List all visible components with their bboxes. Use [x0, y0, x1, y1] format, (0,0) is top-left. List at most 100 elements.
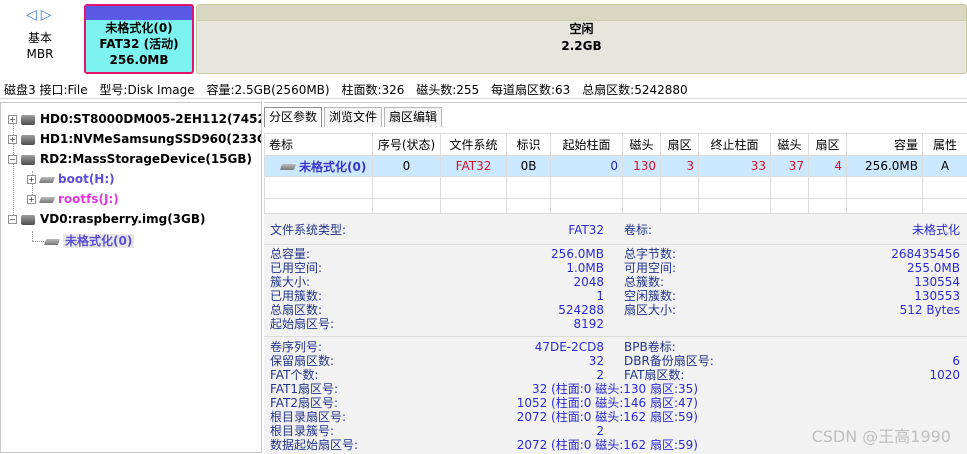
- tree-connector: [32, 231, 33, 241]
- column-header[interactable]: 扇区: [809, 134, 847, 156]
- cell-start-head: 130: [623, 156, 661, 177]
- column-header[interactable]: 磁头: [771, 134, 809, 156]
- detail-dbr-backup-sector: DBR备份扇区号:6: [624, 355, 960, 368]
- table-row[interactable]: 未格式化(0) 0 FAT32 0B 0 130 3 33 37 4 256.0…: [265, 156, 967, 177]
- tree-collapse-toggle[interactable]: −: [8, 155, 17, 164]
- disk-nav: ◁ ▷: [26, 8, 52, 22]
- hard-disk-icon: [21, 135, 35, 145]
- info-total-sectors: 总扇区数:5242880: [582, 83, 688, 97]
- table-header-row: 卷标 序号(状态) 文件系统 标识 起始柱面 磁头 扇区 终止柱面 磁头 扇区 …: [265, 134, 967, 156]
- partition-block-active[interactable]: 未格式化(0) FAT32 (活动) 256.0MB: [84, 4, 194, 74]
- column-header[interactable]: 标识: [507, 134, 551, 156]
- detail-root-dir-sector: 根目录扇区号:2072 (柱面:0 磁头:162 扇区:59): [270, 411, 604, 424]
- info-cylinders: 柱面数:326: [341, 83, 404, 97]
- partition-block-fs: FAT32 (活动): [86, 36, 192, 52]
- free-space-name: 空闲: [197, 21, 966, 38]
- tree-item-vd0[interactable]: − VD0:raspberry.img(3GB): [8, 209, 206, 229]
- tree-item-label: 未格式化(0): [63, 234, 134, 248]
- tree-item-label: VD0:raspberry.img(3GB): [40, 212, 206, 226]
- column-header[interactable]: 容量: [847, 134, 923, 156]
- disk-bar: ◁ ▷ 基本 MBR 未格式化(0) FAT32 (活动) 256.0MB 空闲…: [0, 0, 967, 80]
- tree-item-rd2[interactable]: − RD2:MassStorageDevice(15GB): [8, 149, 252, 169]
- partition-block-size: 256.0MB: [86, 52, 192, 68]
- tree-item-boot[interactable]: + boot(H:): [27, 169, 115, 189]
- detail-start-sector: 起始扇区号:8192: [270, 318, 604, 331]
- detail-cluster-size: 簇大小:2048: [270, 276, 604, 289]
- tab-sector-edit[interactable]: 扇区编辑: [384, 107, 442, 127]
- info-capacity: 容量:2.5GB(2560MB): [206, 83, 329, 97]
- column-header[interactable]: 终止柱面: [699, 134, 771, 156]
- free-space-size: 2.2GB: [197, 38, 966, 55]
- detail-total-bytes: 总字节数:268435456: [624, 248, 960, 261]
- partition-details: 文件系统类型: FAT32 卷标: 未格式化 总容量:256.0MB 已用空间:…: [264, 213, 967, 454]
- partition-icon: [44, 239, 60, 245]
- cell-attribute: A: [923, 156, 967, 177]
- tree-collapse-toggle[interactable]: −: [8, 215, 17, 224]
- detail-fat2-sector: FAT2扇区号:1052 (柱面:0 磁头:146 扇区:47): [270, 397, 604, 410]
- next-disk-arrow-icon[interactable]: ▷: [41, 8, 52, 22]
- removable-disk-icon: [21, 155, 35, 165]
- detail-data-start-sector: 数据起始扇区号:2072 (柱面:0 磁头:162 扇区:59): [270, 439, 604, 452]
- cell-end-head: 37: [771, 156, 809, 177]
- disk-kind-basic: 基本: [8, 30, 72, 46]
- cell-start-cylinder: 0: [551, 156, 623, 177]
- detail-sector-size: 扇区大小:512 Bytes: [624, 304, 960, 317]
- detail-fat1-sector: FAT1扇区号:32 (柱面:0 磁头:130 扇区:35): [270, 383, 604, 396]
- cell-id: 0B: [507, 156, 551, 177]
- tree-item-label: RD2:MassStorageDevice(15GB): [40, 152, 252, 166]
- detail-volume-serial: 卷序列号:47DE-2CD8: [270, 341, 604, 354]
- column-header[interactable]: 扇区: [661, 134, 699, 156]
- column-header[interactable]: 起始柱面: [551, 134, 623, 156]
- detail-volume-label: 卷标: 未格式化: [624, 224, 960, 237]
- virtual-disk-icon: [21, 215, 35, 225]
- detail-separator: [264, 244, 967, 245]
- partition-block-name: 未格式化(0): [86, 20, 192, 36]
- detail-fat-count: FAT个数:2: [270, 369, 604, 382]
- tab-browse-files[interactable]: 浏览文件: [324, 107, 382, 127]
- cell-end-cylinder: 33: [699, 156, 771, 177]
- detail-free-clusters: 空闲簇数:130553: [624, 290, 960, 303]
- cell-capacity: 256.0MB: [847, 156, 923, 177]
- tree-expand-toggle[interactable]: +: [8, 135, 17, 144]
- tree-item-hd0[interactable]: +HD0:ST8000DM005-2EH112(7452GB): [8, 109, 262, 129]
- column-header[interactable]: 文件系统: [441, 134, 507, 156]
- detail-reserved-sectors: 保留扇区数:32: [270, 355, 604, 368]
- partition-icon: [39, 177, 55, 183]
- partition-icon: [280, 164, 296, 170]
- detail-fat-sectors: FAT扇区数:1020: [624, 369, 960, 382]
- cell-filesystem: FAT32: [441, 156, 507, 177]
- tree-item-unformatted[interactable]: 未格式化(0): [45, 231, 134, 251]
- disk-tree: +HD0:ST8000DM005-2EH112(7452GB) + HD1:NVM…: [0, 102, 262, 453]
- tree-item-label: boot(H:): [58, 172, 115, 186]
- tab-partition-params[interactable]: 分区参数: [264, 107, 322, 127]
- partition-table: 卷标 序号(状态) 文件系统 标识 起始柱面 磁头 扇区 终止柱面 磁头 扇区 …: [264, 133, 967, 221]
- tree-item-hd1[interactable]: + HD1:NVMeSamsungSSD960(233GB): [8, 129, 262, 149]
- tree-item-rootfs[interactable]: +rootfs(J:): [27, 189, 119, 209]
- prev-disk-arrow-icon[interactable]: ◁: [26, 8, 37, 22]
- table-row-empty: [265, 177, 967, 199]
- detail-used-space: 已用空间:1.0MB: [270, 262, 604, 275]
- info-heads: 磁头数:255: [416, 83, 479, 97]
- column-header[interactable]: 序号(状态): [373, 134, 441, 156]
- detail-separator: [264, 336, 967, 337]
- hard-disk-icon: [21, 115, 35, 125]
- free-space-strip: [197, 5, 966, 21]
- tree-item-label: HD1:NVMeSamsungSSD960(233GB): [40, 132, 262, 146]
- column-header[interactable]: 卷标: [265, 134, 373, 156]
- detail-total-clusters: 总簇数:130554: [624, 276, 960, 289]
- free-space-block[interactable]: 空闲 2.2GB: [196, 4, 967, 74]
- watermark: CSDN @王高1990: [812, 423, 951, 447]
- column-header[interactable]: 磁头: [623, 134, 661, 156]
- detail-used-clusters: 已用簇数:1: [270, 290, 604, 303]
- info-sectors-per-track: 每道扇区数:63: [491, 83, 570, 97]
- partition-usage-strip: [86, 6, 192, 20]
- disk-kind-label: 基本 MBR: [8, 30, 72, 62]
- detail-fs-type: 文件系统类型: FAT32: [270, 224, 604, 237]
- tree-expand-toggle[interactable]: +: [8, 115, 17, 124]
- tree-expand-toggle[interactable]: +: [27, 195, 36, 204]
- cell-start-sector: 3: [661, 156, 699, 177]
- partition-icon: [39, 197, 55, 203]
- detail-free-space: 可用空间:255.0MB: [624, 262, 960, 275]
- tree-expand-toggle[interactable]: +: [27, 175, 36, 184]
- column-header[interactable]: 属性: [923, 134, 967, 156]
